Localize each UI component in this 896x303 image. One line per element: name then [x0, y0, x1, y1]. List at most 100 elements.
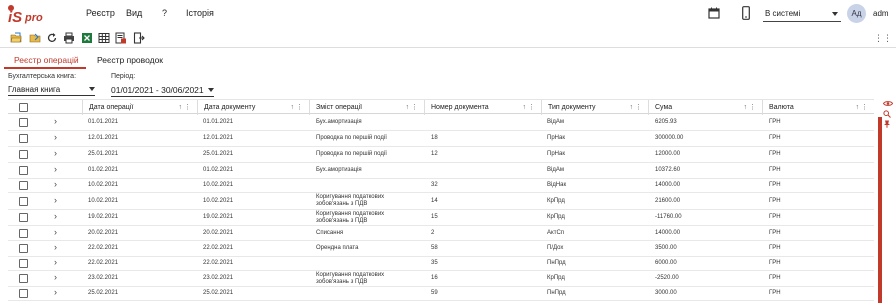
sort-menu-icon[interactable]: ↑ ⋮: [523, 100, 535, 115]
expand-row-icon[interactable]: ›: [54, 287, 57, 297]
expand-row-icon[interactable]: ›: [54, 132, 57, 142]
cell-operation-date: 22.02.2021: [88, 245, 119, 251]
tab-operations-registry[interactable]: Реєстр операцій: [14, 55, 79, 65]
table-row[interactable]: › 12.01.2021 12.01.2021 Проводка по першій …: [8, 131, 874, 147]
cell-currency: ГРН: [769, 290, 781, 296]
menu-help[interactable]: ?: [162, 8, 167, 18]
row-checkbox[interactable]: [19, 274, 28, 283]
column-header-operation-date[interactable]: Дата операції ↑ ⋮: [82, 100, 197, 115]
status-select[interactable]: В системі: [763, 6, 841, 22]
avatar[interactable]: Ад: [847, 4, 866, 23]
row-checkbox[interactable]: [19, 181, 28, 190]
menu-registry[interactable]: Реєстр: [86, 8, 115, 18]
cell-document-number: 12: [431, 151, 438, 157]
cell-document-date: 20.02.2021: [203, 230, 234, 236]
row-checkbox[interactable]: [19, 118, 28, 127]
row-checkbox[interactable]: [19, 289, 28, 298]
ispro-logo[interactable]: iS pro: [6, 3, 48, 25]
cell-amount: 10372.60: [655, 167, 681, 173]
expand-row-icon[interactable]: ›: [54, 242, 57, 252]
sort-menu-icon[interactable]: ↑ ⋮: [744, 100, 756, 115]
row-checkbox[interactable]: [19, 213, 28, 222]
table-row[interactable]: › 20.02.2021 20.02.2021 Списання 2 АктСп 14000…: [8, 226, 874, 241]
cell-document-date: 01.01.2021: [203, 119, 234, 125]
row-checkbox[interactable]: [19, 229, 28, 238]
table-row[interactable]: › 19.02.2021 19.02.2021 Коригування податко…: [8, 210, 874, 226]
cell-operation-date: 22.02.2021: [88, 260, 119, 266]
grid-icon[interactable]: [98, 32, 110, 44]
table-row[interactable]: › 25.02.2021 25.02.2021 59 ПнПрд 3000.00 ГРН: [8, 287, 874, 301]
expand-row-icon[interactable]: ›: [54, 179, 57, 189]
menu-history[interactable]: Історія: [186, 8, 214, 18]
row-checkbox[interactable]: [19, 197, 28, 206]
cell-currency: ГРН: [769, 214, 781, 220]
expand-row-icon[interactable]: ›: [54, 116, 57, 126]
folder-open-icon[interactable]: [10, 32, 22, 44]
expand-row-icon[interactable]: ›: [54, 211, 57, 221]
cell-document-type: КрПрд: [547, 198, 565, 204]
sort-menu-icon[interactable]: ↑ ⋮: [291, 100, 303, 115]
table-row[interactable]: › 25.01.2021 25.01.2021 Проводка по першій …: [8, 147, 874, 163]
expand-row-icon[interactable]: ›: [54, 195, 57, 205]
cell-document-date: 10.02.2021: [203, 198, 234, 204]
user-name[interactable]: adm: [873, 9, 889, 18]
cell-description: Бух.амортизація: [316, 167, 362, 173]
sort-menu-icon[interactable]: ↑ ⋮: [856, 100, 868, 115]
column-header-document-type[interactable]: Тип документу ↑ ⋮: [541, 100, 648, 115]
pin-icon[interactable]: [883, 120, 891, 128]
expand-row-icon[interactable]: ›: [54, 148, 57, 158]
expand-row-icon[interactable]: ›: [54, 257, 57, 267]
column-header-document-number[interactable]: Номер документа ↑ ⋮: [424, 100, 541, 115]
column-header-amount[interactable]: Сума ↑ ⋮: [648, 100, 762, 115]
eye-icon[interactable]: [883, 100, 893, 107]
expand-row-icon[interactable]: ›: [54, 272, 57, 282]
print-icon[interactable]: [63, 32, 75, 44]
top-bar: iS pro Реєстр Вид ? Історія В системі Ад…: [0, 0, 896, 28]
cell-description: Проводка по першій події: [316, 151, 387, 157]
grid-header: Дата операції ↑ ⋮ Дата документу ↑ ⋮ Зміст…: [8, 99, 874, 115]
cell-description: Бух.амортизація: [316, 119, 362, 125]
exit-icon[interactable]: [133, 32, 145, 44]
cell-document-number: 15: [431, 214, 438, 220]
document-report-icon[interactable]: [115, 32, 127, 44]
toolbar: ⋮⋮: [0, 30, 896, 48]
row-checkbox[interactable]: [19, 259, 28, 268]
cell-document-type: ПрНак: [547, 151, 565, 157]
menu-view[interactable]: Вид: [126, 8, 142, 18]
search-icon[interactable]: [883, 110, 891, 118]
select-all-checkbox[interactable]: [19, 103, 28, 112]
column-header-description[interactable]: Зміст операції ↑ ⋮: [309, 100, 424, 115]
expand-row-icon[interactable]: ›: [54, 164, 57, 174]
cell-document-type: ПнПрд: [547, 260, 566, 266]
sort-menu-icon[interactable]: ↑ ⋮: [630, 100, 642, 115]
cell-document-number: 35: [431, 260, 438, 266]
status-value: В системі: [765, 9, 801, 18]
tab-postings-registry[interactable]: Реєстр проводок: [97, 55, 163, 65]
row-checkbox[interactable]: [19, 134, 28, 143]
cell-document-date: 22.02.2021: [203, 245, 234, 251]
more-options-icon[interactable]: ⋮⋮: [874, 33, 892, 44]
cell-amount: 21600.00: [655, 198, 681, 204]
excel-export-icon[interactable]: [81, 32, 93, 44]
table-row[interactable]: › 10.02.2021 10.02.2021 Коригування податко…: [8, 193, 874, 210]
row-checkbox[interactable]: [19, 166, 28, 175]
row-checkbox[interactable]: [19, 244, 28, 253]
folder-arrow-icon[interactable]: [29, 32, 41, 44]
mobile-icon[interactable]: [742, 6, 750, 20]
table-row[interactable]: › 23.02.2021 23.02.2021 Коригування податко…: [8, 271, 874, 287]
column-header-currency[interactable]: Валюта ↑ ⋮: [762, 100, 874, 115]
expand-row-icon[interactable]: ›: [54, 227, 57, 237]
sort-menu-icon[interactable]: ↑ ⋮: [179, 100, 191, 115]
calendar-icon[interactable]: [708, 7, 720, 19]
table-row[interactable]: › 01.01.2021 01.01.2021 Бух.амортизація ВідА…: [8, 115, 874, 131]
table-row[interactable]: › 22.02.2021 22.02.2021 35 ПнПрд 6000.00 ГРН: [8, 257, 874, 271]
cell-document-number: 58: [431, 245, 438, 251]
table-row[interactable]: › 22.02.2021 22.02.2021 Орендна плата 58 П/До…: [8, 241, 874, 257]
row-checkbox[interactable]: [19, 150, 28, 159]
column-header-document-date[interactable]: Дата документу ↑ ⋮: [197, 100, 309, 115]
side-scrollbar[interactable]: [878, 117, 882, 303]
refresh-icon[interactable]: [46, 32, 58, 44]
table-row[interactable]: › 01.02.2021 01.02.2021 Бух.амортизація ВідА…: [8, 163, 874, 179]
sort-menu-icon[interactable]: ↑ ⋮: [406, 100, 418, 115]
table-row[interactable]: › 10.02.2021 10.02.2021 32 ВідНак 14000.00 ГРН: [8, 179, 874, 193]
